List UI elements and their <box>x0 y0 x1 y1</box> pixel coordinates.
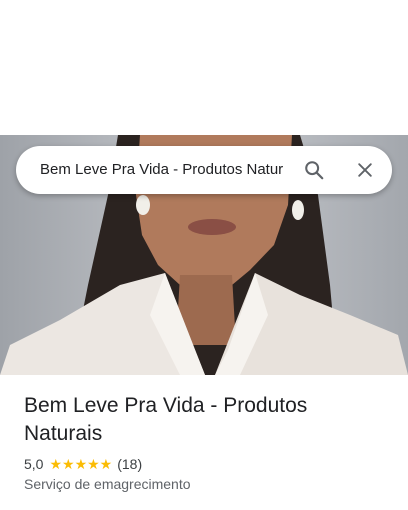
clear-search-button[interactable] <box>347 152 383 188</box>
close-icon <box>358 163 372 177</box>
place-title: Bem Leve Pra Vida - Produtos Naturais <box>24 394 308 445</box>
rating-value: 5,0 <box>24 456 44 472</box>
search-icon <box>305 161 324 180</box>
rating-stars-icon: ★★★★★ <box>49 455 113 472</box>
search-input[interactable]: Bem Leve Pra Vida - Produtos Natur <box>40 146 288 194</box>
search-button[interactable] <box>296 152 332 188</box>
review-count[interactable]: (18) <box>117 456 142 472</box>
search-bar[interactable]: Bem Leve Pra Vida - Produtos Natur <box>16 146 392 194</box>
place-category: Serviço de emagrecimento <box>24 476 191 492</box>
rating-row[interactable]: 5,0 ★★★★★ (18) <box>24 455 142 473</box>
